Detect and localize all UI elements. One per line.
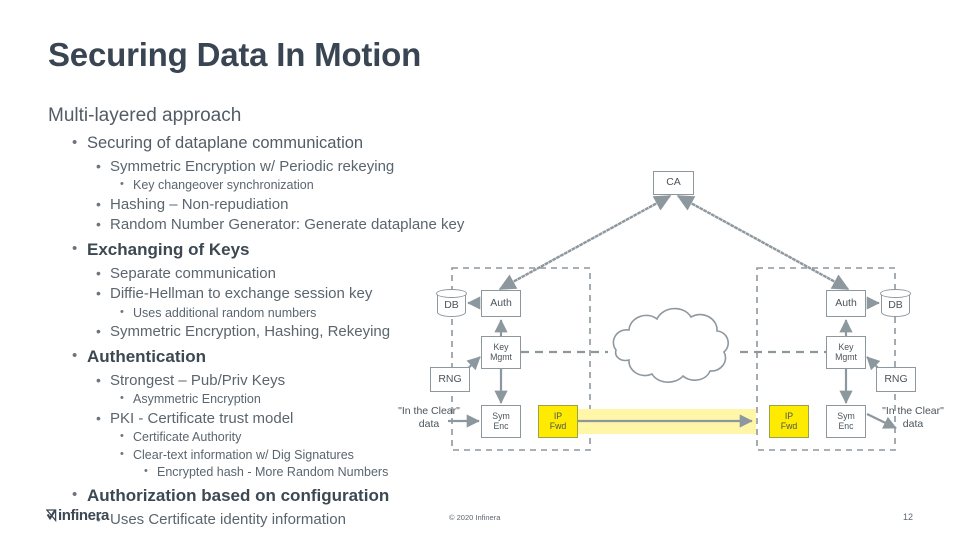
network-cloud xyxy=(612,307,729,383)
diagram-connectors xyxy=(448,194,897,451)
label-clear-data-right-line2: data xyxy=(902,418,924,431)
node-auth-left[interactable]: Auth xyxy=(481,290,521,317)
node-db-right-label: DB xyxy=(888,299,903,311)
node-auth-left-label: Auth xyxy=(490,296,512,309)
node-sym-enc-right[interactable]: Sym Enc xyxy=(826,405,866,438)
node-rng-right[interactable]: RNG xyxy=(876,367,916,392)
node-ca[interactable]: CA xyxy=(653,171,694,195)
node-key-mgmt-right-line2: Mgmt xyxy=(835,351,857,362)
node-ca-label: CA xyxy=(666,176,681,189)
node-key-mgmt-left[interactable]: Key Mgmt xyxy=(481,336,521,369)
db-cylinder-cap-left xyxy=(436,289,467,299)
slide: Securing Data In Motion Multi-layered ap… xyxy=(0,0,960,540)
label-clear-data-left-line2: data xyxy=(418,418,440,431)
node-db-left[interactable]: DB xyxy=(436,289,467,317)
db-cylinder-cap-right xyxy=(880,289,911,299)
node-ip-fwd-right[interactable]: IP Fwd xyxy=(769,405,809,438)
label-clear-data-right-line1: "In the Clear" xyxy=(882,405,944,417)
node-sym-enc-left[interactable]: Sym Enc xyxy=(481,405,521,438)
node-auth-right[interactable]: Auth xyxy=(826,290,866,317)
infinera-checkmark-icon xyxy=(45,509,57,523)
node-ip-fwd-left-line2: Fwd xyxy=(549,420,567,431)
node-key-mgmt-left-line2: Mgmt xyxy=(490,351,512,362)
node-rng-left[interactable]: RNG xyxy=(430,367,470,392)
label-clear-data-left: "In the Clear" data xyxy=(380,405,478,431)
node-db-right[interactable]: DB xyxy=(880,289,911,317)
page-number: 12 xyxy=(903,512,914,522)
node-rng-right-label: RNG xyxy=(884,372,908,385)
label-clear-data-right: "In the Clear" data xyxy=(870,405,956,431)
node-rng-left-label: RNG xyxy=(438,372,462,385)
node-auth-right-label: Auth xyxy=(835,296,857,309)
node-key-mgmt-right[interactable]: Key Mgmt xyxy=(826,336,866,369)
infinera-logo-text: infinera xyxy=(58,507,109,524)
node-db-left-label: DB xyxy=(444,299,459,311)
architecture-diagram: CA DB Auth Key Mgmt RNG Sym Enc IP Fwd "… xyxy=(0,0,960,540)
node-ip-fwd-left[interactable]: IP Fwd xyxy=(538,405,578,438)
label-clear-data-left-line1: "In the Clear" xyxy=(398,405,460,417)
copyright-notice: © 2020 Infinera xyxy=(449,513,501,522)
node-sym-enc-right-line2: Enc xyxy=(838,420,854,431)
node-sym-enc-left-line2: Enc xyxy=(493,420,509,431)
node-ip-fwd-right-line2: Fwd xyxy=(780,420,798,431)
infinera-logo: infinera xyxy=(45,507,109,524)
